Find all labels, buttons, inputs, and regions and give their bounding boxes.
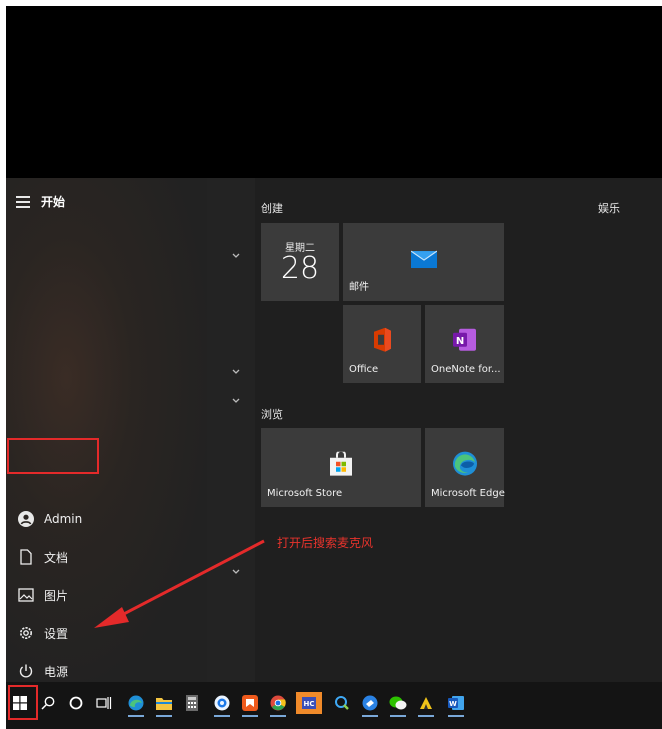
task-view-icon[interactable] [94, 692, 114, 714]
document-icon [16, 547, 36, 567]
rail-item-settings[interactable]: 设置 [6, 614, 207, 652]
wechat-icon[interactable] [388, 692, 408, 717]
start-menu: 开始 Admin 文档 图片 设置 电源 创建 娱乐 浏览 星期二 28 邮件 … [6, 178, 662, 682]
section-label-create: 创建 [261, 202, 283, 215]
hc-app-icon[interactable]: HC [296, 692, 322, 714]
tile-label: 邮件 [349, 282, 369, 293]
rail-item-documents[interactable]: 文档 [6, 538, 207, 576]
rail-item-pictures[interactable]: 图片 [6, 576, 207, 614]
taskbar: HC W [6, 682, 662, 729]
svg-text:N: N [455, 336, 463, 347]
edge-taskbar-icon[interactable] [126, 692, 146, 717]
rail-item-label: 电源 [44, 664, 69, 679]
chevron-down-icon[interactable] [231, 568, 241, 576]
onenote-tile[interactable]: N OneNote for... [425, 305, 504, 383]
store-tile[interactable]: Microsoft Store [261, 428, 421, 507]
svg-text:W: W [449, 700, 457, 708]
calendar-date: 28 [280, 251, 320, 286]
calculator-icon[interactable] [182, 692, 202, 714]
mail-tile[interactable]: 邮件 [343, 223, 504, 301]
search-icon[interactable] [38, 692, 58, 714]
section-label-browse: 浏览 [261, 408, 283, 421]
rail-item-user[interactable]: Admin [6, 500, 207, 538]
feishu-icon[interactable] [360, 692, 380, 717]
chevron-down-icon[interactable] [231, 397, 241, 405]
app-yellow-icon[interactable] [416, 692, 436, 717]
section-label-entertainment: 娱乐 [598, 202, 620, 215]
start-title: 开始 [41, 195, 66, 209]
onenote-icon: N [452, 328, 477, 356]
tile-label: Office [349, 364, 379, 375]
qq-browser-icon[interactable] [212, 692, 232, 717]
screenshot-tool-icon[interactable] [332, 692, 352, 714]
chevron-down-icon[interactable] [231, 368, 241, 376]
store-icon [329, 449, 353, 479]
start-header: 开始 [16, 193, 65, 210]
cortana-icon[interactable] [66, 692, 86, 714]
word-icon[interactable]: W [446, 692, 466, 717]
power-icon [16, 661, 36, 681]
app-orange-icon[interactable] [240, 692, 260, 717]
rail-item-label: 设置 [44, 626, 69, 641]
start-menu-rail: 开始 Admin 文档 图片 设置 电源 [6, 178, 207, 682]
desktop-frame: 开始 Admin 文档 图片 设置 电源 创建 娱乐 浏览 星期二 28 邮件 … [6, 6, 662, 729]
mail-icon [410, 248, 437, 272]
gear-icon [16, 623, 36, 643]
rail-item-label: 图片 [44, 588, 69, 603]
annotation-text: 打开后搜索麦克风 [277, 536, 374, 550]
chevron-down-icon[interactable] [231, 252, 241, 260]
tile-label: Microsoft Store [267, 488, 343, 499]
rail-item-label: 文档 [44, 550, 69, 565]
office-icon [371, 327, 393, 356]
settings-highlight-box [7, 438, 99, 474]
tile-label: Microsoft Edge [431, 488, 505, 499]
office-tile[interactable]: Office [343, 305, 421, 383]
edge-icon [452, 450, 478, 480]
tile-label: OneNote for... [431, 364, 501, 375]
start-button-highlight-box [8, 685, 38, 720]
file-explorer-icon[interactable] [154, 692, 174, 717]
edge-tile[interactable]: Microsoft Edge [425, 428, 505, 507]
picture-icon [16, 585, 36, 605]
user-avatar-icon [16, 509, 36, 529]
hamburger-menu-icon[interactable] [16, 195, 30, 208]
rail-item-label: Admin [44, 512, 83, 526]
calendar-tile[interactable]: 星期二 28 [261, 223, 339, 301]
svg-text:HC: HC [304, 700, 315, 708]
chrome-icon[interactable] [268, 692, 288, 717]
